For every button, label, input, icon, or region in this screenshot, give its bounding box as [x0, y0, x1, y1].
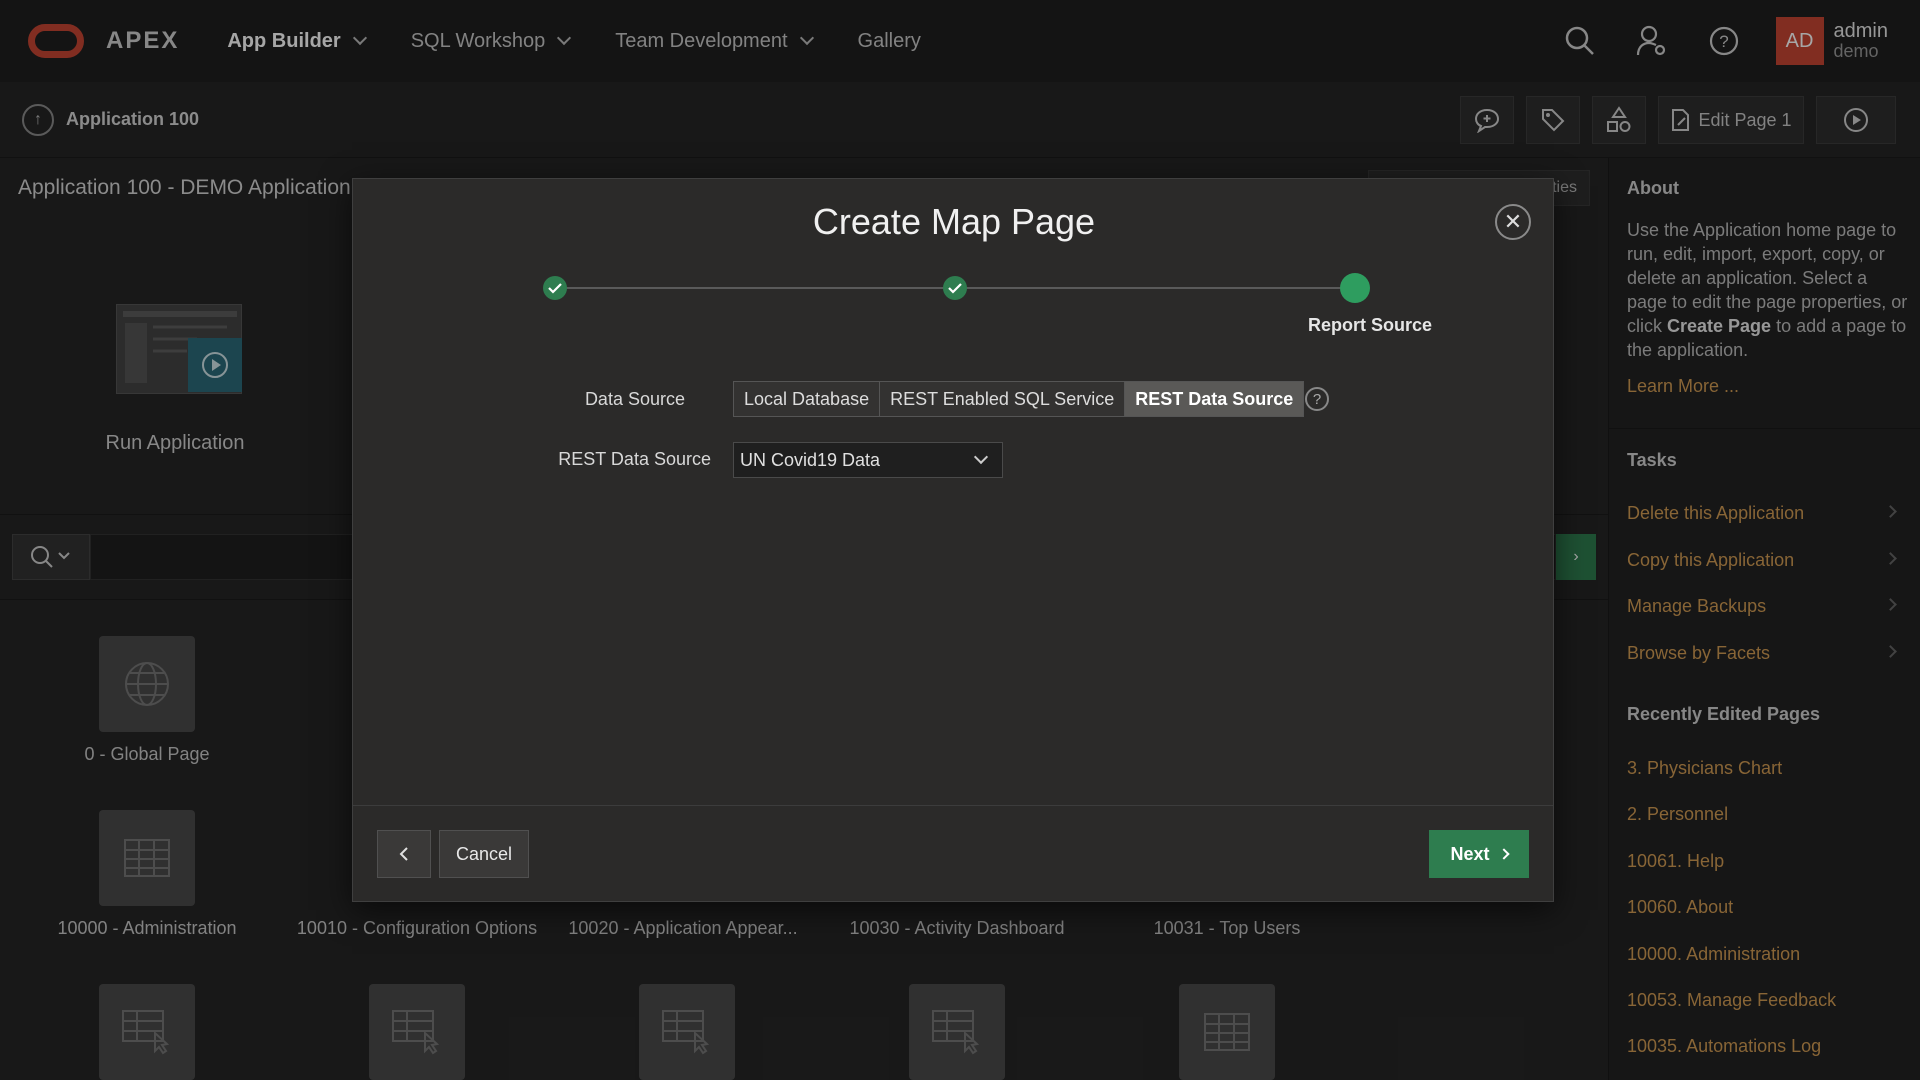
option-rest-data-source[interactable]: REST Data Source	[1125, 382, 1304, 416]
next-button[interactable]: Next	[1429, 830, 1529, 878]
chevron-left-icon	[399, 847, 408, 861]
close-icon[interactable]: ✕	[1495, 204, 1531, 240]
rest-data-source-value: UN Covid19 Data	[740, 450, 881, 470]
step-complete-check-icon	[543, 276, 567, 300]
previous-button[interactable]	[377, 830, 431, 878]
chevron-down-icon	[973, 449, 989, 465]
step-complete-check-icon	[943, 276, 967, 300]
step-current-indicator	[1340, 273, 1370, 303]
data-source-label: Data Source	[584, 389, 685, 409]
chevron-right-icon	[1497, 848, 1510, 860]
dialog-title: Create Map Page	[812, 201, 1096, 242]
option-local-database[interactable]: Local Database	[734, 382, 881, 416]
help-icon[interactable]: ?	[1305, 387, 1329, 411]
current-step-label: Report Source	[1307, 315, 1433, 335]
rest-data-source-label: REST Data Source	[558, 449, 711, 469]
cancel-button[interactable]: Cancel	[439, 830, 529, 878]
rest-data-source-select[interactable]: UN Covid19 Data	[733, 442, 1003, 478]
create-map-page-dialog: Create Map Page ✕ Report Source Data Sou…	[352, 178, 1554, 902]
data-source-radio-group: Local Database REST Enabled SQL Service …	[733, 381, 1305, 417]
option-rest-enabled-sql-service[interactable]: REST Enabled SQL Service	[880, 382, 1126, 416]
dialog-footer: Cancel Next	[353, 805, 1553, 901]
